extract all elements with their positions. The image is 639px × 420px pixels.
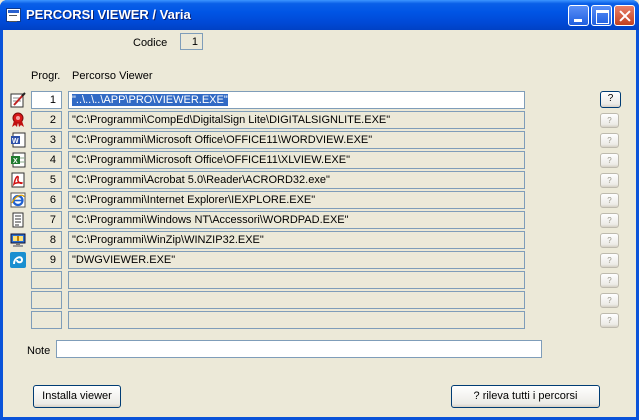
word-viewer-icon: W [10,132,26,148]
progr-field[interactable]: 2 [31,111,62,129]
list-item: ? [3,271,636,291]
browse-path-button[interactable]: ? [600,133,619,148]
browse-path-button[interactable]: ? [600,213,619,228]
progr-field[interactable]: 3 [31,131,62,149]
codice-field[interactable]: 1 [180,33,203,50]
percorso-value: "C:\Programmi\Internet Explorer\IEXPLORE… [72,194,316,206]
percorso-field[interactable]: "C:\Programmi\Acrobat 5.0\Reader\ACRORD3… [68,171,525,189]
progr-field[interactable]: 1 [31,91,62,109]
close-button[interactable] [614,5,635,26]
note-label: Note [27,345,51,357]
list-item: 5 "C:\Programmi\Acrobat 5.0\Reader\ACRORD… [3,171,636,191]
browse-path-button[interactable]: ? [600,273,619,288]
progr-field[interactable]: 7 [31,211,62,229]
list-item: 1 "..\..\..\APP\PRO\VIEWER.EXE"? [3,91,636,111]
dwg-viewer-icon [10,252,26,268]
minimize-button[interactable] [568,5,589,26]
browse-path-button[interactable]: ? [600,113,619,128]
codice-label: Codice [133,37,168,49]
percorso-value: "DWGVIEWER.EXE" [72,254,176,266]
list-item: ? [3,291,636,311]
acrobat-reader-icon [10,172,26,188]
wordpad-icon [10,212,26,228]
browse-path-button[interactable]: ? [600,173,619,188]
list-item: X 4 "C:\Programmi\Microsoft Office\OFFICE1… [3,151,636,171]
percorso-field[interactable]: "C:\Programmi\Microsoft Office\OFFICE11\… [68,151,525,169]
client-area: Codice 1 Progr. Percorso Viewer 1 "..\..\… [3,30,636,417]
excel-viewer-icon: X [10,152,26,168]
browse-path-button[interactable]: ? [600,233,619,248]
percorso-value: "C:\Programmi\Microsoft Office\OFFICE11\… [72,134,373,146]
list-item: 2 "C:\Programmi\CompEd\DigitalSign Lite\D… [3,111,636,131]
percorso-field[interactable]: "C:\Programmi\CompEd\DigitalSign Lite\DI… [68,111,525,129]
percorso-field[interactable] [68,311,525,329]
percorso-value: "C:\Programmi\Microsoft Office\OFFICE11\… [72,154,350,166]
percorso-value: "..\..\..\APP\PRO\VIEWER.EXE" [72,94,228,106]
main-window: PERCORSI VIEWER / Varia Codice 1 Progr. … [0,0,639,420]
svg-text:W: W [12,138,19,145]
list-item: 9 "DWGVIEWER.EXE"? [3,251,636,271]
browse-path-button[interactable]: ? [600,313,619,328]
pen-document-icon [10,92,26,108]
browse-path-button[interactable]: ? [600,153,619,168]
winzip-icon [10,232,26,248]
list-item: ? [3,311,636,331]
maximize-button[interactable] [591,5,612,26]
list-item: 8 "C:\Programmi\WinZip\WINZIP32.EXE"? [3,231,636,251]
percorso-header: Percorso Viewer [72,70,153,82]
progr-field[interactable] [31,271,62,289]
browse-path-button[interactable]: ? [600,91,621,108]
browse-path-button[interactable]: ? [600,293,619,308]
progr-field[interactable]: 6 [31,191,62,209]
browse-path-button[interactable]: ? [600,253,619,268]
window-app-icon[interactable] [6,8,21,22]
progr-field[interactable]: 8 [31,231,62,249]
progr-field[interactable] [31,291,62,309]
installa-viewer-button[interactable]: Installa viewer [33,385,121,408]
percorso-field[interactable] [68,271,525,289]
rileva-percorsi-button[interactable]: ? rileva tutti i percorsi [451,385,600,408]
progr-header: Progr. [31,70,61,82]
percorso-field[interactable]: "C:\Programmi\Windows NT\Accessori\WORDP… [68,211,525,229]
browse-path-button[interactable]: ? [600,193,619,208]
title-bar[interactable]: PERCORSI VIEWER / Varia [0,0,639,30]
percorso-field[interactable]: "..\..\..\APP\PRO\VIEWER.EXE" [68,91,525,109]
percorso-value: "C:\Programmi\Windows NT\Accessori\WORDP… [72,214,349,226]
list-item: 6 "C:\Programmi\Internet Explorer\IEXPLOR… [3,191,636,211]
progr-field[interactable]: 9 [31,251,62,269]
list-item: 7 "C:\Programmi\Windows NT\Accessori\WORD… [3,211,636,231]
percorso-field[interactable] [68,291,525,309]
internet-explorer-icon [10,192,26,208]
progr-field[interactable] [31,311,62,329]
percorso-field[interactable]: "C:\Programmi\Internet Explorer\IEXPLORE… [68,191,525,209]
percorso-value: "C:\Programmi\CompEd\DigitalSign Lite\DI… [72,114,391,126]
percorso-field[interactable]: "C:\Programmi\WinZip\WINZIP32.EXE" [68,231,525,249]
progr-field[interactable]: 4 [31,151,62,169]
digital-sign-ribbon-icon [10,112,26,128]
svg-text:X: X [13,158,18,165]
percorso-field[interactable]: "C:\Programmi\Microsoft Office\OFFICE11\… [68,131,525,149]
percorso-field[interactable]: "DWGVIEWER.EXE" [68,251,525,269]
note-field[interactable] [56,340,542,358]
list-item: W 3 "C:\Programmi\Microsoft Office\OFFICE1… [3,131,636,151]
window-title: PERCORSI VIEWER / Varia [26,7,191,22]
progr-field[interactable]: 5 [31,171,62,189]
percorso-value: "C:\Programmi\Acrobat 5.0\Reader\ACRORD3… [72,174,330,186]
percorso-value: "C:\Programmi\WinZip\WINZIP32.EXE" [72,234,264,246]
